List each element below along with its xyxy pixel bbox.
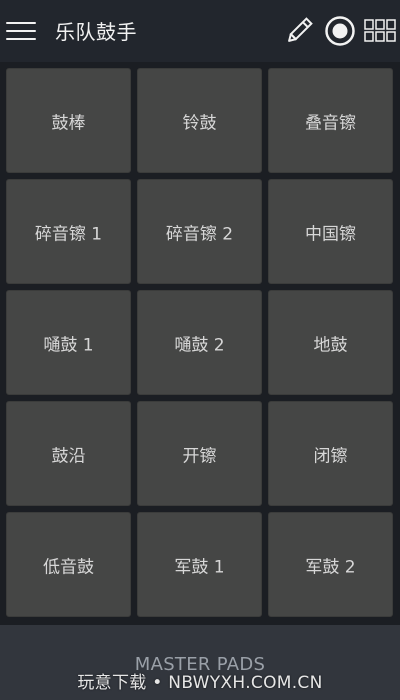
pad-china-cymbal[interactable]: 中国镲 <box>268 179 393 284</box>
pad-label: 闭镲 <box>313 446 348 466</box>
pencil-icon[interactable] <box>283 15 315 47</box>
pad-floor-tom[interactable]: 地鼓 <box>268 290 393 395</box>
watermark-text: 玩意下载 • NBWYXH.COM.CN <box>77 673 323 693</box>
pad-rim[interactable]: 鼓沿 <box>6 401 131 506</box>
pad-label: 叠音镲 <box>305 113 356 133</box>
pad-crash-1[interactable]: 碎音镲 1 <box>6 179 131 284</box>
pad-label: 地鼓 <box>313 335 348 355</box>
pad-label: 低音鼓 <box>43 557 94 577</box>
pad-label: 军鼓 1 <box>174 557 225 577</box>
pad-bass-drum[interactable]: 低音鼓 <box>6 512 131 617</box>
pad-crash-2[interactable]: 碎音镲 2 <box>137 179 262 284</box>
hamburger-menu-icon[interactable] <box>6 18 36 44</box>
pad-label: 中国镲 <box>305 224 356 244</box>
grid-icon[interactable] <box>364 18 396 44</box>
pad-label: 碎音镲 2 <box>165 224 234 244</box>
pad-label: 军鼓 2 <box>305 557 356 577</box>
pad-label: 碎音镲 1 <box>34 224 103 244</box>
pad-label: 开镲 <box>182 446 217 466</box>
pad-tambourine[interactable]: 铃鼓 <box>137 68 262 173</box>
pad-splash-cymbal[interactable]: 叠音镲 <box>268 68 393 173</box>
pad-label: 鼓棒 <box>51 113 86 133</box>
app-title: 乐队鼓手 <box>55 20 137 44</box>
record-icon[interactable] <box>324 15 356 47</box>
top-app-bar: 乐队鼓手 <box>0 0 400 62</box>
drum-pad-grid: 鼓棒 铃鼓 叠音镲 碎音镲 1 碎音镲 2 中国镲 嗵鼓 1 嗵鼓 2 地鼓 鼓… <box>0 62 400 625</box>
pad-label: 嗵鼓 1 <box>43 335 94 355</box>
pad-snare-2[interactable]: 军鼓 2 <box>268 512 393 617</box>
pad-tom-2[interactable]: 嗵鼓 2 <box>137 290 262 395</box>
pad-closed-hihat[interactable]: 闭镲 <box>268 401 393 506</box>
pad-drumsticks[interactable]: 鼓棒 <box>6 68 131 173</box>
pad-label: 鼓沿 <box>51 446 86 466</box>
pad-label: 铃鼓 <box>182 113 217 133</box>
pad-open-hihat[interactable]: 开镲 <box>137 401 262 506</box>
pad-snare-1[interactable]: 军鼓 1 <box>137 512 262 617</box>
pad-tom-1[interactable]: 嗵鼓 1 <box>6 290 131 395</box>
pad-label: 嗵鼓 2 <box>174 335 225 355</box>
